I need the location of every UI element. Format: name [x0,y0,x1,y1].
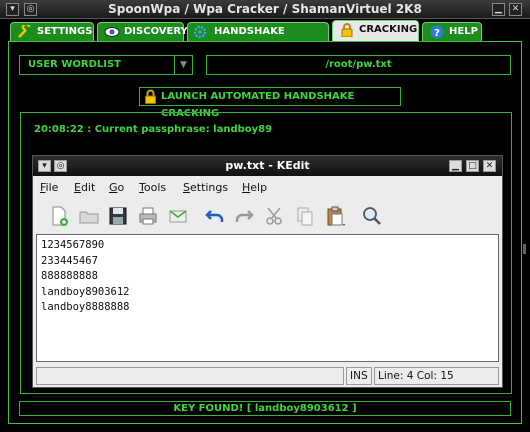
current-passphrase: 20:08:22 : Current passphrase: landboy89 [34,124,273,135]
close-icon[interactable]: ✕ [509,3,522,16]
launch-cracking-button[interactable]: LAUNCH AUTOMATED HANDSHAKE CRACKING [139,87,401,119]
lock-icon [341,23,353,37]
save-icon[interactable] [106,204,130,228]
window-titlebar: ▾ ◎ SpoonWpa / Wpa Cracker / ShamanVirtu… [0,0,530,19]
resize-handle[interactable] [523,244,526,254]
kedit-titlebar: ▾ ◎ pw.txt - KEdit ▁ □ ✕ [33,156,502,176]
kedit-statusbar: INS Line: 4 Col: 15 [36,367,499,385]
menu-help[interactable]: Help [242,181,267,194]
eye-icon [104,27,120,37]
tab-cracking[interactable]: CRACKING [332,20,419,41]
find-icon[interactable] [360,204,384,228]
tab-handshake-capture[interactable]: HANDSHAKE CAPTURE [187,22,329,55]
status-cursor-position: Line: 4 Col: 15 [374,367,499,385]
cut-icon[interactable] [263,204,287,228]
editor-line: 233445467 [41,254,98,267]
tab-settings-label: SETTINGS [37,26,93,37]
key-found-banner: KEY FOUND! [ landboy8903612 ] [19,401,511,416]
redo-icon[interactable] [232,204,256,228]
text-editor-area[interactable]: 1234567890 233445467 888888888 landboy89… [36,234,499,362]
editor-line: landboy8903612 [41,285,130,298]
paste-icon[interactable] [323,204,347,228]
copy-icon[interactable] [293,204,317,228]
editor-line: 888888888 [41,270,98,282]
minimize-icon[interactable]: ▁ [492,3,505,16]
menu-go[interactable]: Go [109,181,124,194]
kedit-close-icon[interactable]: ✕ [483,160,496,172]
mail-icon[interactable] [166,204,190,228]
status-insert-mode: INS [346,367,372,385]
tab-help[interactable]: ? HELP [422,22,482,41]
kedit-title: pw.txt - KEdit [225,159,310,172]
undo-icon[interactable] [203,204,227,228]
chevron-down-icon[interactable]: ▼ [174,56,192,74]
kedit-minimize-icon[interactable]: ▁ [449,160,462,172]
wordlist-path[interactable]: /root/pw.txt [206,55,511,75]
wordlist-select-value: USER WORDLIST [28,59,121,70]
window-title: SpoonWpa / Wpa Cracker / ShamanVirtuel 2… [108,2,422,16]
kedit-window: ▾ ◎ pw.txt - KEdit ▁ □ ✕ File Edit Go To… [32,155,503,388]
menu-tools[interactable]: Tools [139,181,166,194]
menu-settings[interactable]: Settings [183,181,228,194]
svg-text:?: ? [434,28,440,39]
open-folder-icon[interactable] [77,204,101,228]
new-file-icon[interactable] [47,204,71,228]
tab-discovery-label: DISCOVERY [124,26,188,37]
lock-icon [145,89,156,104]
editor-line: landboy8888888 [41,301,130,313]
kedit-toolbar [33,200,502,232]
print-icon[interactable] [136,204,160,228]
menu-edit[interactable]: Edit [74,181,95,194]
tab-settings[interactable]: SETTINGS [10,22,94,41]
kedit-menubar: File Edit Go Tools Settings Help [33,178,502,198]
tab-discovery[interactable]: DISCOVERY [97,22,188,41]
wrench-icon [18,25,31,38]
tab-help-label: HELP [449,26,478,37]
gears-icon [194,25,207,39]
editor-line: 1234567890 [41,239,105,251]
wordlist-select[interactable]: USER WORDLIST ▼ [19,55,193,75]
menu-file[interactable]: File [40,181,58,194]
tab-cracking-label: CRACKING [359,24,418,35]
status-message [36,367,344,385]
kedit-maximize-icon[interactable]: □ [466,160,479,172]
tab-bar: SETTINGS DISCOVERY HANDSHAKE CAPTURE CRA… [0,19,530,55]
help-icon: ? [430,25,444,39]
